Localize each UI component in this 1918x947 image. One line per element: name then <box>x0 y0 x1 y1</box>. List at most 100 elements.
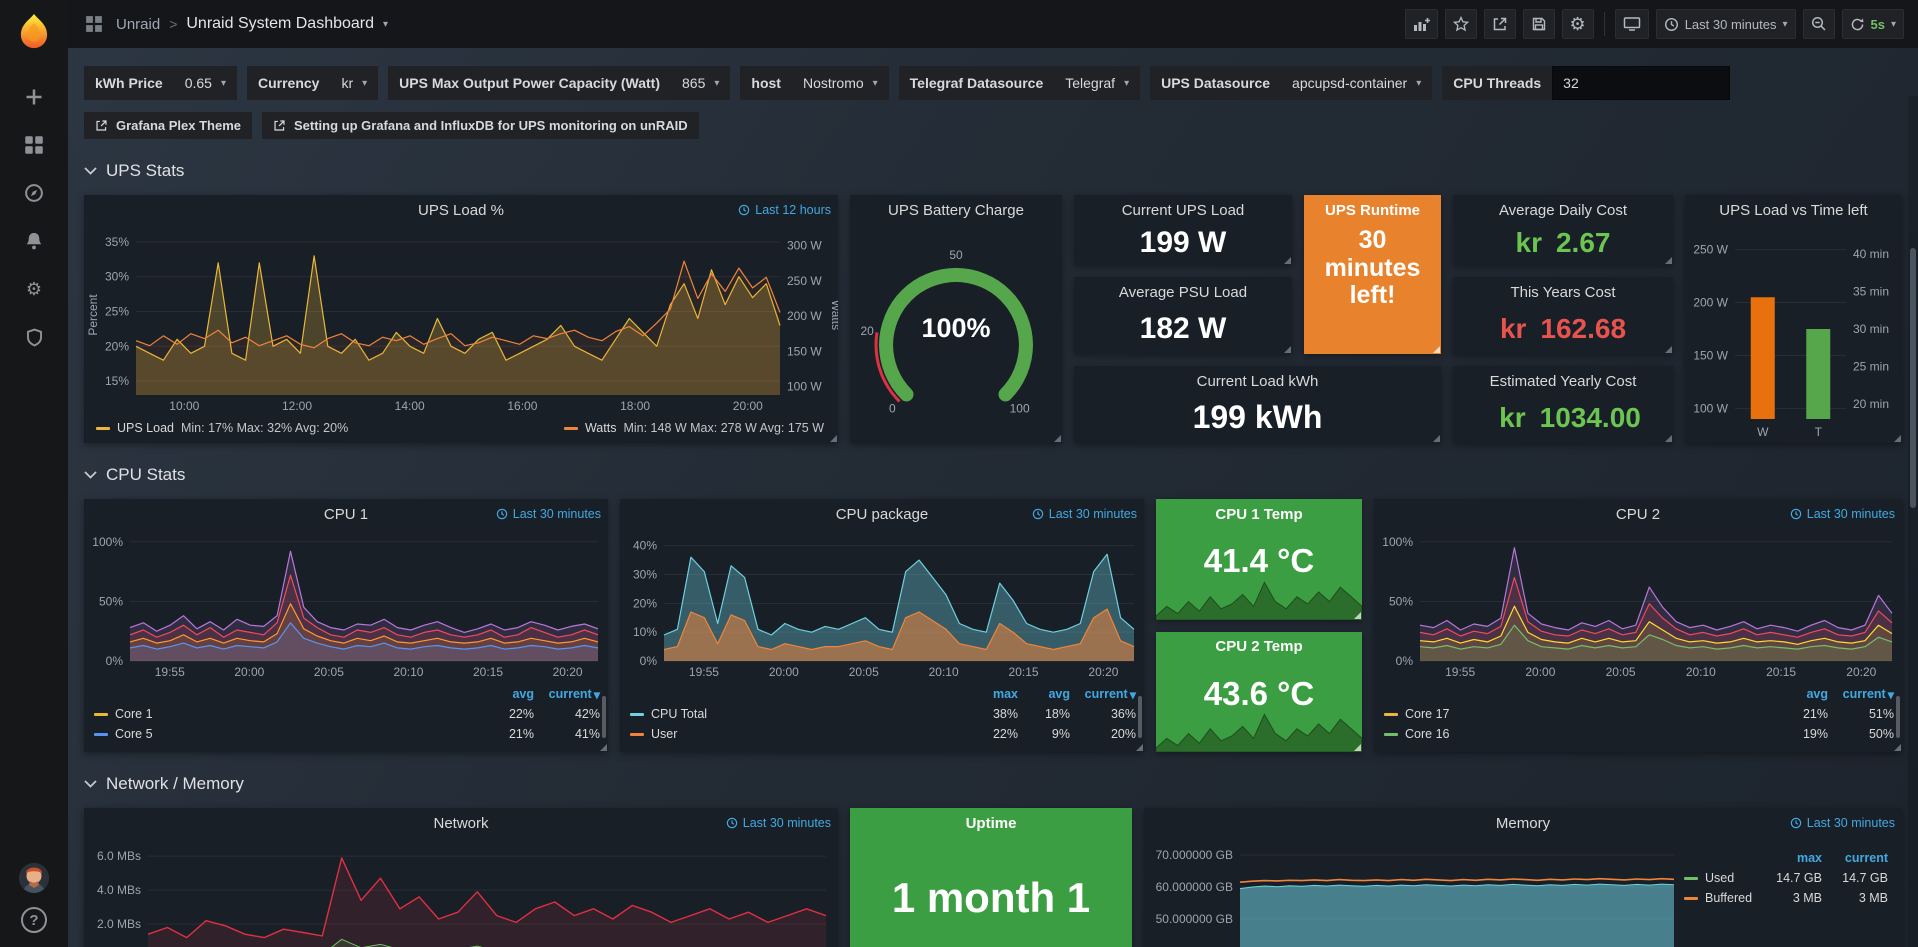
stat-value: kr2.67 <box>1453 225 1673 265</box>
legend-series[interactable]: Used <box>1684 871 1760 885</box>
panel-title[interactable]: Average PSU Load <box>1074 277 1292 307</box>
panel-title[interactable]: Current Load kWh <box>1074 366 1441 396</box>
variable-dropdown[interactable]: kr▾ <box>330 75 378 91</box>
legend-header-avg[interactable]: avg <box>1018 687 1070 701</box>
panel-time-range[interactable]: Last 12 hours <box>738 195 831 225</box>
section-header-network-memory[interactable]: Network / Memory <box>84 774 1902 794</box>
panel-title[interactable]: CPU 1 Last 30 minutes <box>84 499 608 529</box>
panel-title[interactable]: CPU 2 Temp <box>1156 632 1362 662</box>
legend-row: Core 17 21% 51% <box>1384 704 1894 724</box>
variable-dropdown[interactable]: 0.65▾ <box>174 75 237 91</box>
clock-icon <box>1790 817 1802 829</box>
variable-dropdown[interactable]: Telegraf▾ <box>1054 75 1140 91</box>
section-header-ups-stats[interactable]: UPS Stats <box>84 161 1902 181</box>
breadcrumb-app[interactable]: Unraid <box>116 16 160 33</box>
svg-text:35 min: 35 min <box>1853 285 1889 299</box>
refresh-button[interactable]: 5s ▾ <box>1842 9 1905 39</box>
caret-down-icon: ▾ <box>221 78 226 89</box>
create-plus-icon[interactable] <box>13 78 55 116</box>
legend-header-current[interactable]: current▾ <box>1828 687 1894 702</box>
panel-title[interactable]: UPS Battery Charge <box>850 195 1062 225</box>
legend-header-max[interactable]: max <box>966 687 1018 701</box>
legend-header-current[interactable]: current▾ <box>534 687 600 702</box>
panel-time-range[interactable]: Last 30 minutes <box>726 808 831 838</box>
cycle-view-button[interactable] <box>1615 9 1649 39</box>
panel-title[interactable]: Current UPS Load <box>1074 195 1292 225</box>
legend-header-current[interactable]: current <box>1822 851 1888 865</box>
svg-text:19:55: 19:55 <box>1445 665 1475 679</box>
legend-scrollbar[interactable] <box>602 696 606 738</box>
legend-marker <box>94 733 108 736</box>
stat-value: kr1034.00 <box>1453 396 1673 443</box>
panel-title[interactable]: This Years Cost <box>1453 277 1673 307</box>
page-title[interactable]: Unraid System Dashboard <box>186 15 374 33</box>
panel-time-range[interactable]: Last 30 minutes <box>1790 808 1895 838</box>
panel-title[interactable]: Memory Last 30 minutes <box>1144 808 1902 838</box>
legend-series-ups-load[interactable]: UPS Load Min: 17% Max: 32% Avg: 20% <box>96 421 348 435</box>
panel-time-range[interactable]: Last 30 minutes <box>1032 499 1137 529</box>
svg-text:T: T <box>1815 425 1823 439</box>
time-picker-button[interactable]: Last 30 minutes ▾ <box>1656 9 1796 39</box>
ups-load-chart: 15%20%25%30%35%100 W150 W200 W250 W300 W… <box>84 225 838 417</box>
svg-text:100: 100 <box>1010 402 1030 416</box>
server-admin-shield-icon[interactable] <box>13 318 55 356</box>
star-button[interactable] <box>1445 9 1477 39</box>
panel-title[interactable]: Uptime <box>850 808 1132 838</box>
panel-title[interactable]: Estimated Yearly Cost <box>1453 366 1673 396</box>
panel-time-range[interactable]: Last 30 minutes <box>1790 499 1895 529</box>
legend-header-avg[interactable]: avg <box>1772 687 1828 701</box>
legend-header-max[interactable]: max <box>1760 851 1822 865</box>
legend-series[interactable]: Core 16 <box>1384 727 1772 741</box>
share-button[interactable] <box>1484 9 1516 39</box>
legend-series[interactable]: User <box>630 727 966 741</box>
legend-row: Core 16 19% 50% <box>1384 724 1894 744</box>
user-avatar[interactable] <box>19 863 49 893</box>
svg-text:20:10: 20:10 <box>1686 665 1716 679</box>
variable-dropdown[interactable]: Nostromo▾ <box>792 75 889 91</box>
dashboard-settings-button[interactable]: ⚙ <box>1562 9 1594 39</box>
panel-title[interactable]: UPS Load % Last 12 hours <box>84 195 838 225</box>
variables-row: kWh Price 0.65▾ Currency kr▾ UPS Max Out… <box>84 66 1902 100</box>
svg-text:300 W: 300 W <box>787 239 822 253</box>
legend-scrollbar[interactable] <box>1896 696 1900 738</box>
legend-scrollbar[interactable] <box>1138 696 1142 738</box>
scrollbar-thumb[interactable] <box>1910 248 1916 508</box>
panel-title[interactable]: CPU 1 Temp <box>1156 499 1362 529</box>
configuration-gear-icon[interactable]: ⚙ <box>13 270 55 308</box>
legend-series[interactable]: Core 17 <box>1384 707 1772 721</box>
panel-cpu2-temp: CPU 2 Temp 43.6 °C <box>1156 632 1362 753</box>
panel-network: Network Last 30 minutes 2.0 MBs4.0 MBs6.… <box>84 808 838 947</box>
panel-title[interactable]: CPU package Last 30 minutes <box>620 499 1144 529</box>
legend-series-watts[interactable]: Watts Min: 148 W Max: 278 W Avg: 175 W <box>564 421 824 435</box>
apps-grid-icon[interactable] <box>82 12 106 36</box>
panel-title[interactable]: Average Daily Cost <box>1453 195 1673 225</box>
dashboards-icon[interactable] <box>13 126 55 164</box>
panel-title[interactable]: UPS Load vs Time left <box>1685 195 1902 225</box>
section-header-cpu-stats[interactable]: CPU Stats <box>84 465 1902 485</box>
legend-series[interactable]: Core 5 <box>94 727 478 741</box>
panel-title[interactable]: Network Last 30 minutes <box>84 808 838 838</box>
legend-series[interactable]: Buffered <box>1684 891 1760 905</box>
legend-header-avg[interactable]: avg <box>478 687 534 701</box>
variable-dropdown[interactable]: 865▾ <box>671 75 730 91</box>
explore-compass-icon[interactable] <box>13 174 55 212</box>
panel-title[interactable]: CPU 2 Last 30 minutes <box>1374 499 1902 529</box>
legend-series[interactable]: Core 1 <box>94 707 478 721</box>
zoom-out-button[interactable] <box>1803 9 1835 39</box>
add-panel-button[interactable] <box>1405 9 1438 39</box>
legend-series[interactable]: CPU Total <box>630 707 966 721</box>
title-caret-icon[interactable]: ▾ <box>383 19 388 30</box>
variable-dropdown[interactable]: apcupsd-container▾ <box>1281 75 1432 91</box>
svg-text:10:00: 10:00 <box>169 399 199 413</box>
help-icon[interactable]: ? <box>21 907 47 933</box>
variable-label: UPS Datasource <box>1150 75 1281 91</box>
panel-time-range[interactable]: Last 30 minutes <box>496 499 601 529</box>
legend-header-current[interactable]: current▾ <box>1070 687 1136 702</box>
panel-title[interactable]: UPS Runtime <box>1304 195 1441 225</box>
grafana-logo-icon[interactable] <box>13 10 55 52</box>
cpu-threads-input[interactable] <box>1552 66 1730 100</box>
dashboard-link-plex-theme[interactable]: Grafana Plex Theme <box>84 112 252 139</box>
alerting-bell-icon[interactable] <box>13 222 55 260</box>
dashboard-link-ups-monitoring[interactable]: Setting up Grafana and InfluxDB for UPS … <box>262 112 699 139</box>
save-button[interactable] <box>1523 9 1555 39</box>
